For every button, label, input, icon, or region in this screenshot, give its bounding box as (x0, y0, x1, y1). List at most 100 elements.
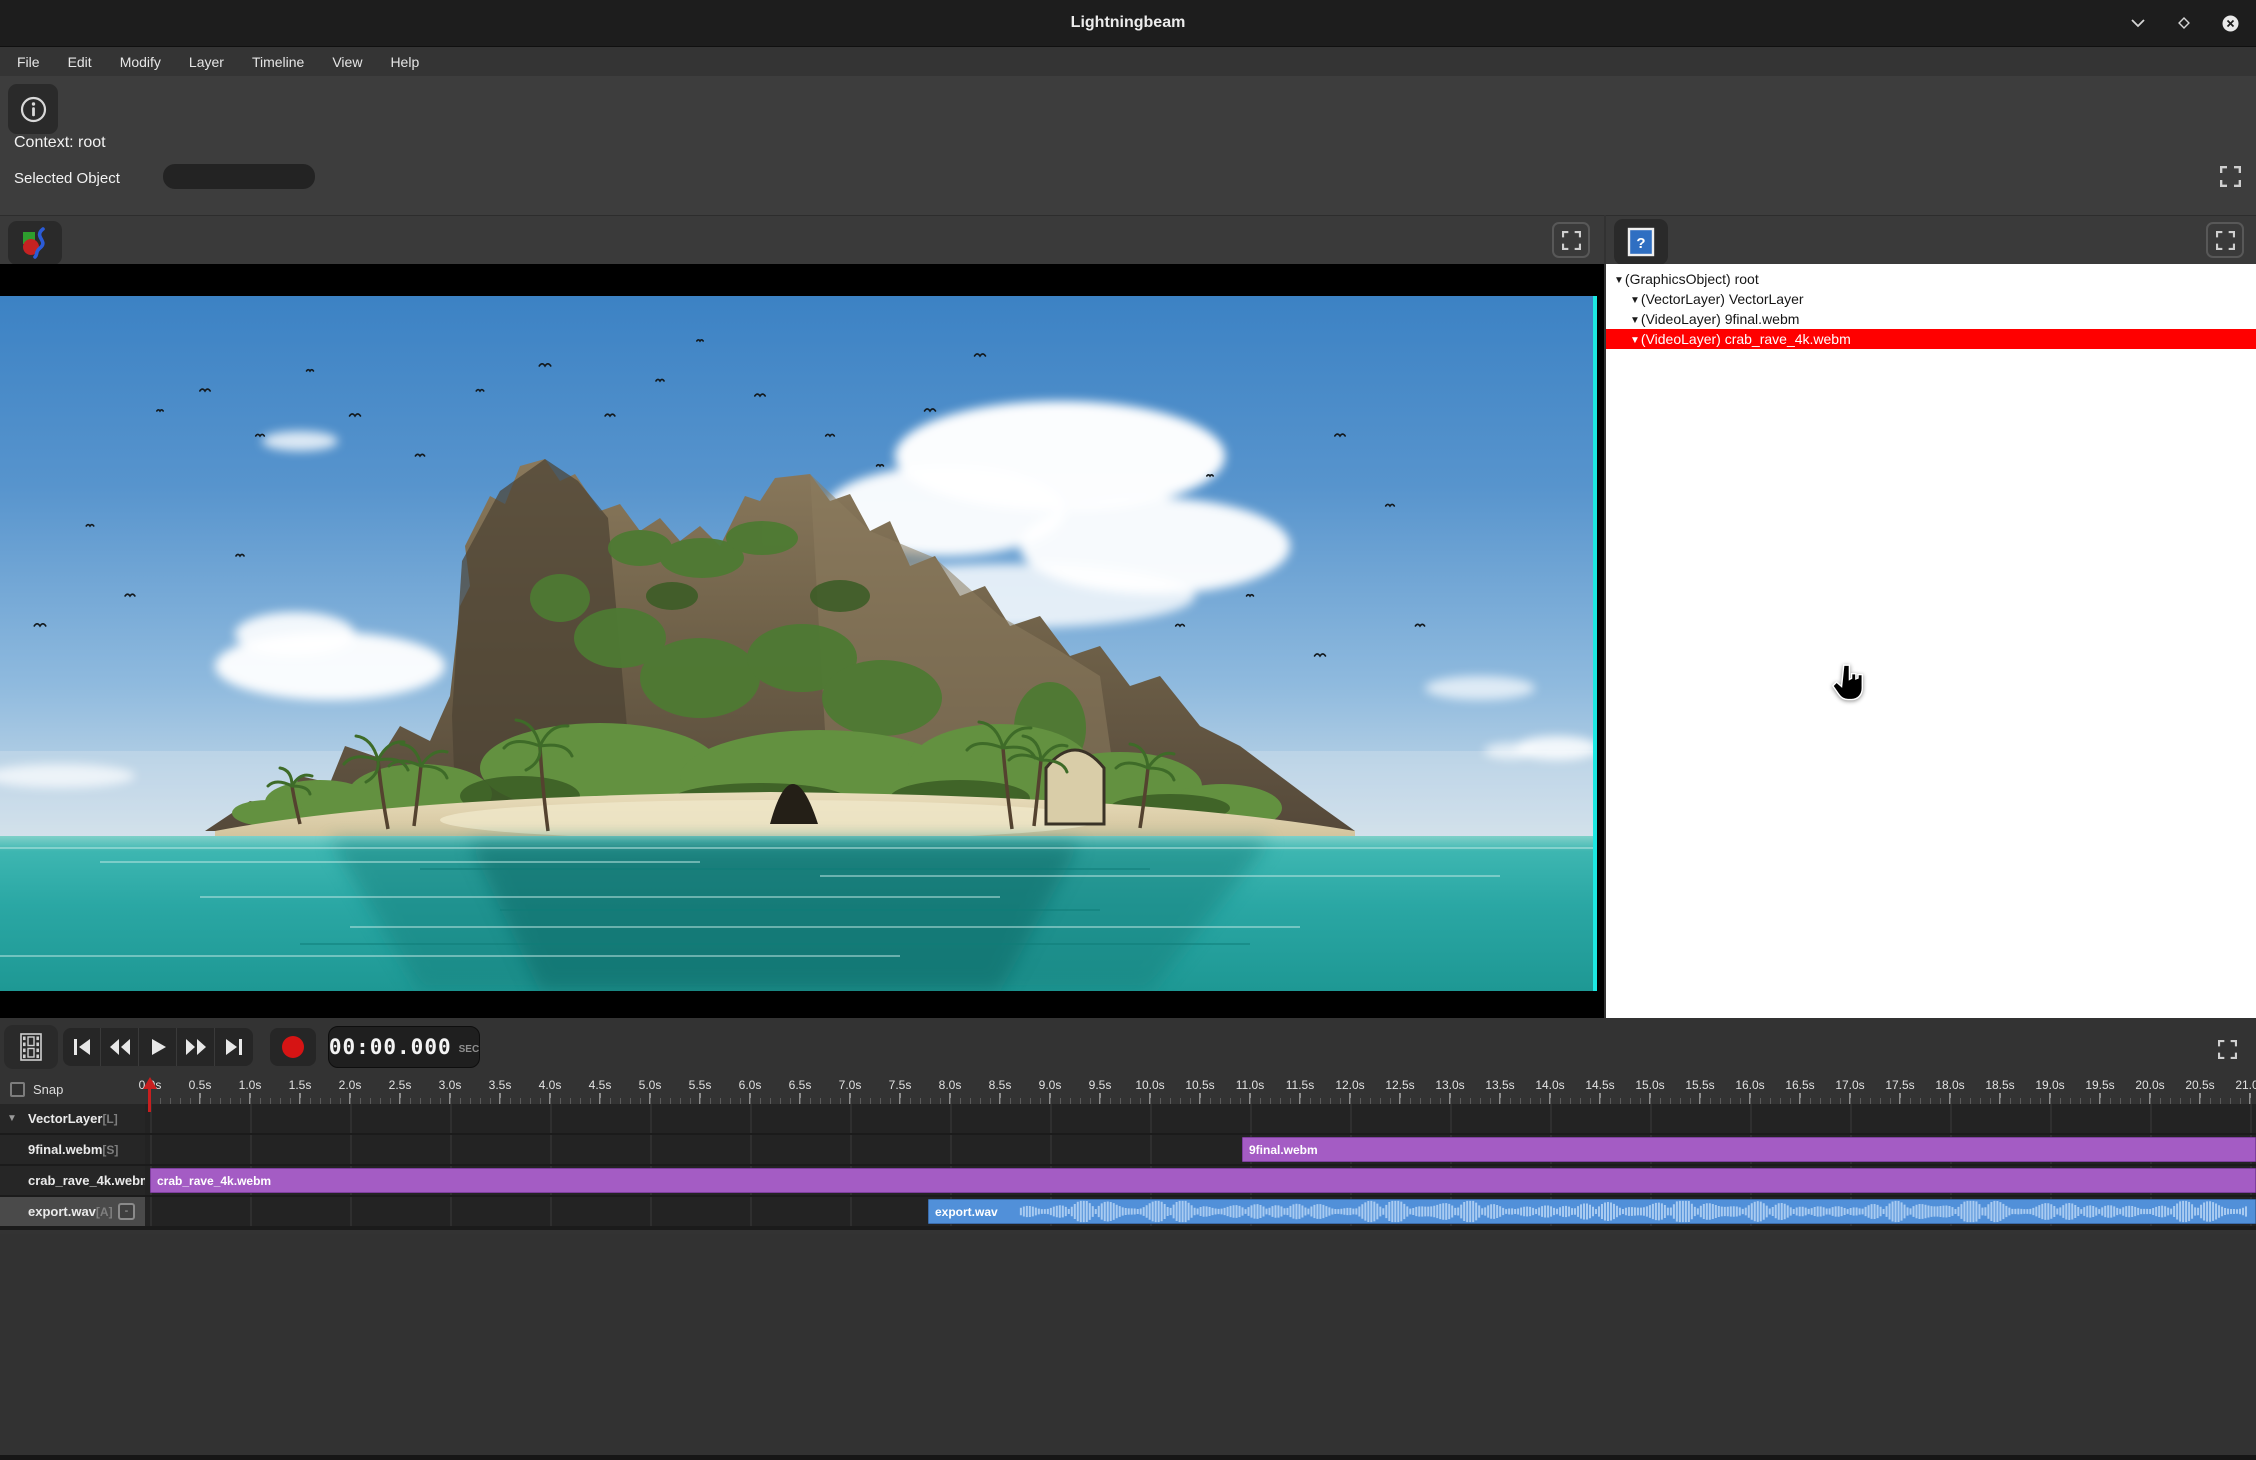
maximize-button[interactable] (2174, 13, 2194, 33)
menubar: File Edit Modify Layer Timeline View Help (0, 46, 2256, 76)
play-icon (149, 1038, 167, 1056)
selected-object-label: Selected Object (14, 170, 120, 187)
inspector-fullscreen-button[interactable] (2220, 166, 2242, 188)
window-title: Lightningbeam (0, 0, 2256, 46)
tree-item[interactable]: ▼(VectorLayer) VectorLayer (1606, 289, 2256, 309)
clip-label: 9final.webm (1249, 1138, 1318, 1162)
track-label-vectorlayer[interactable]: ▼VectorLayer[L] (0, 1104, 145, 1133)
ruler-tick-label: 21.0s (2235, 1078, 2256, 1092)
tree-item-label: (VideoLayer) crab_rave_4k.webm (1641, 331, 1851, 347)
ruler-tick-label: 4.5s (589, 1078, 612, 1092)
image-placeholder-button[interactable]: ? (1614, 219, 1668, 265)
clip-9final[interactable]: 9final.webm (1242, 1137, 2256, 1162)
film-strip-icon (20, 1033, 42, 1061)
tree-item[interactable]: ▼(VideoLayer) 9final.webm (1606, 309, 2256, 329)
disclosure-icon[interactable]: ▼ (7, 1104, 17, 1133)
canvas-fullscreen-button[interactable] (1552, 222, 1590, 258)
record-button[interactable] (270, 1028, 316, 1066)
skip-to-end-button[interactable] (215, 1028, 253, 1066)
ruler-tick-label: 9.0s (1039, 1078, 1062, 1092)
menu-item[interactable]: View (332, 54, 362, 70)
mouse-pointer-hand (1830, 663, 1866, 703)
ruler-tick-label: 3.5s (489, 1078, 512, 1092)
selected-object-input[interactable] (163, 164, 315, 189)
ruler-tick-label: 8.0s (939, 1078, 962, 1092)
ruler-tick-label: 14.5s (1585, 1078, 1614, 1092)
menu-item[interactable]: Layer (189, 54, 224, 70)
record-icon (282, 1036, 304, 1058)
ruler-tick-label: 18.5s (1985, 1078, 2014, 1092)
disclosure-icon[interactable]: ▼ (1630, 295, 1640, 306)
ruler-tick-label: 8.5s (989, 1078, 1012, 1092)
svg-text:?: ? (1636, 235, 1645, 252)
menu-item[interactable]: File (17, 54, 40, 70)
scene-tree-header: ? (1606, 216, 2256, 264)
ruler-tick-label: 3.0s (439, 1078, 462, 1092)
ruler-tick-label: 2.0s (339, 1078, 362, 1092)
track-name: crab_rave_4k.webm (28, 1173, 145, 1188)
track-label-crab-rave[interactable]: crab_rave_4k.webm[S] (0, 1166, 145, 1195)
ruler-tick-label: 18.0s (1935, 1078, 1964, 1092)
track-label-export-wav[interactable]: export.wav[A] - (0, 1197, 145, 1226)
play-button[interactable] (139, 1028, 177, 1066)
disclosure-icon[interactable]: ▼ (1630, 335, 1640, 346)
draw-tools-button[interactable] (8, 221, 62, 265)
fast-forward-button[interactable] (177, 1028, 215, 1066)
fast-forward-icon (185, 1038, 207, 1056)
canvas-stage[interactable] (0, 264, 1604, 1018)
timeline-fullscreen-button[interactable] (2218, 1040, 2240, 1062)
rewind-button[interactable] (101, 1028, 139, 1066)
broken-image-icon: ? (1627, 227, 1655, 257)
ruler-tick-label: 5.0s (639, 1078, 662, 1092)
fullscreen-icon (2220, 166, 2241, 187)
track-mute-checkbox[interactable]: - (118, 1203, 135, 1220)
menu-item[interactable]: Timeline (252, 54, 304, 70)
transport-bar: 00:00.000 SEC (0, 1018, 2256, 1076)
menu-item[interactable]: Modify (120, 54, 161, 70)
track-type-badge: [A] (96, 1205, 113, 1219)
time-unit-label: SEC (459, 1044, 480, 1055)
track-row-export-wav: export.wav[A] - export.wav (0, 1197, 2256, 1226)
audio-waveform (929, 1200, 2255, 1223)
timeline-ruler[interactable]: Snap 0.0s0.5s1.0s1.5s2.0s2.5s3.0s3.5s4.0… (0, 1076, 2256, 1104)
tree-fullscreen-button[interactable] (2206, 222, 2244, 258)
ruler-tick-label: 17.0s (1835, 1078, 1864, 1092)
track-lane[interactable] (145, 1104, 2256, 1133)
film-button[interactable] (4, 1025, 58, 1069)
tree-item[interactable]: ▼(GraphicsObject) root (1606, 269, 2256, 289)
menu-item[interactable]: Edit (68, 54, 92, 70)
disclosure-icon[interactable]: ▼ (1614, 275, 1624, 286)
timeline-panel: 00:00.000 SEC Snap 0.0s0.5s1.0s1.5s2.0s2… (0, 1018, 2256, 1234)
tree-item[interactable]: ▼(VideoLayer) crab_rave_4k.webm (1606, 329, 2256, 349)
clip-label: export.wav (935, 1200, 998, 1224)
menu-item[interactable]: Help (390, 54, 419, 70)
track-lane[interactable]: export.wav (145, 1197, 2256, 1226)
skip-to-start-button[interactable] (63, 1028, 101, 1066)
playhead[interactable] (148, 1085, 151, 1112)
scene-tree: ▼(GraphicsObject) root▼(VectorLayer) Vec… (1606, 264, 2256, 349)
clip-crab-rave[interactable]: crab_rave_4k.webm (150, 1168, 2256, 1193)
timeline-tracks: ▼VectorLayer[L] 9final.webm[S] 9final.we… (0, 1104, 2256, 1230)
fullscreen-icon (2218, 1040, 2237, 1059)
ruler-tick-label: 12.0s (1335, 1078, 1364, 1092)
track-label-9final[interactable]: 9final.webm[S] (0, 1135, 145, 1164)
disclosure-icon[interactable]: ▼ (1630, 315, 1640, 326)
clip-export-wav[interactable]: export.wav (928, 1199, 2256, 1224)
ruler-tick-label: 20.0s (2135, 1078, 2164, 1092)
close-icon (2222, 15, 2239, 32)
ruler-tick-label: 10.5s (1185, 1078, 1214, 1092)
track-type-badge: [S] (102, 1143, 118, 1157)
rewind-icon (109, 1038, 131, 1056)
track-lane[interactable]: 9final.webm (145, 1135, 2256, 1164)
ruler-tick-label: 15.5s (1685, 1078, 1714, 1092)
info-button[interactable] (8, 84, 58, 134)
minimize-button[interactable] (2128, 13, 2148, 33)
scene-tree-body: ▼(GraphicsObject) root▼(VectorLayer) Vec… (1606, 264, 2256, 1018)
tree-item-label: (VectorLayer) VectorLayer (1641, 291, 1804, 307)
skip-end-icon (224, 1038, 244, 1056)
close-button[interactable] (2220, 13, 2240, 33)
ruler-tick-label: 6.5s (789, 1078, 812, 1092)
track-lane[interactable]: crab_rave_4k.webm (145, 1166, 2256, 1195)
ruler-tick-label: 13.0s (1435, 1078, 1464, 1092)
clip-label: crab_rave_4k.webm (157, 1169, 271, 1193)
